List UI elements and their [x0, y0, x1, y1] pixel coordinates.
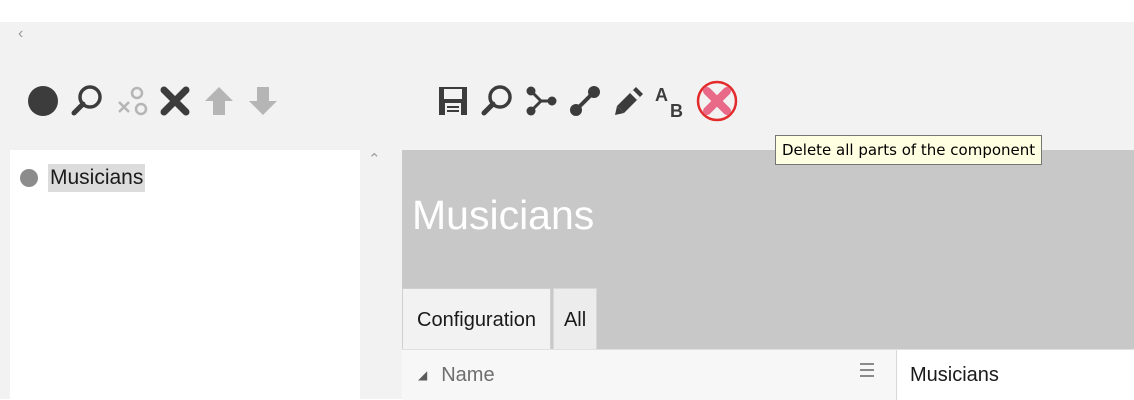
save-icon[interactable] — [432, 80, 474, 122]
search-icon[interactable] — [66, 80, 108, 122]
circle-icon[interactable] — [22, 80, 64, 122]
tree-item-musicians[interactable]: Musicians — [20, 164, 146, 192]
collapse-triangle-icon[interactable]: ◢ — [418, 368, 427, 382]
right-toolbar: AB — [432, 80, 738, 122]
unlink-icon — [110, 80, 152, 122]
delete-all-icon[interactable] — [696, 80, 738, 122]
search-icon[interactable] — [476, 80, 518, 122]
scroll-up-chevron-icon[interactable]: ⌃ — [368, 150, 381, 168]
tab-configuration[interactable]: Configuration — [402, 288, 551, 351]
link-icon[interactable] — [564, 80, 606, 122]
arrow-down-icon — [242, 80, 284, 122]
collapse-chevron-icon[interactable]: ‹ — [18, 26, 23, 42]
tree-item-label: Musicians — [48, 164, 146, 192]
connect-icon[interactable] — [520, 80, 562, 122]
svg-text:B: B — [670, 101, 683, 121]
panel-title: Musicians — [412, 192, 595, 238]
tab-bar: Configuration All — [402, 288, 598, 351]
svg-text:A: A — [655, 85, 668, 105]
hamburger-menu-icon[interactable] — [860, 363, 874, 381]
arrow-up-icon — [198, 80, 240, 122]
app-window: ‹ A B Musicians ⌃ Musicians Configuratio… — [0, 22, 1134, 399]
pencil-icon[interactable] — [608, 80, 650, 122]
name-value[interactable]: Musicians — [910, 350, 999, 400]
name-header-label: Name — [441, 363, 495, 386]
delete-icon[interactable] — [154, 80, 196, 122]
name-column-header[interactable]: ◢ Name — [402, 350, 897, 400]
tooltip: Delete all parts of the component — [775, 135, 1043, 165]
rename-ab-icon[interactable]: AB — [652, 80, 694, 122]
circle-icon — [20, 169, 38, 187]
tree-panel: Musicians — [10, 150, 360, 399]
property-row: ◢ Name Musicians — [402, 349, 1134, 400]
left-toolbar — [22, 80, 284, 122]
tab-all[interactable]: All — [552, 288, 598, 351]
